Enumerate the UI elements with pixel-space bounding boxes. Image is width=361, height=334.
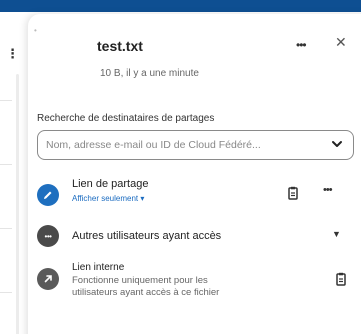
background-scrollbar[interactable] (16, 74, 19, 334)
external-link-icon (44, 275, 52, 283)
chevron-down-icon[interactable] (330, 137, 344, 151)
background-divider (0, 164, 12, 165)
background-app: ⋮ (0, 12, 28, 334)
dots-icon: ••• (44, 231, 52, 241)
internal-link-title: Lien interne (72, 262, 125, 273)
share-permission-dropdown[interactable]: Afficher seulement ▾ (72, 194, 144, 203)
file-subtitle: 10 B, il y a une minute (100, 68, 199, 79)
share-link-avatar (37, 184, 59, 206)
share-link-title: Lien de partage (72, 178, 149, 190)
search-input[interactable] (46, 131, 316, 158)
close-icon[interactable]: ✕ (335, 34, 347, 51)
file-title: test.txt (97, 38, 143, 54)
more-horizontal-icon[interactable]: ••• (323, 184, 333, 196)
background-divider (0, 100, 12, 101)
background-divider (0, 292, 12, 293)
other-users-row[interactable]: ••• Autres utilisateurs ayant accès ▼ (37, 224, 357, 252)
share-link-row: Lien de partage Afficher seulement ▾ ••• (37, 178, 357, 214)
search-label: Recherche de destinataires de partages (37, 113, 215, 124)
search-box[interactable] (37, 130, 354, 160)
other-users-title: Autres utilisateurs ayant accès (72, 230, 222, 242)
internal-link-avatar (37, 268, 59, 290)
clipboard-icon[interactable] (287, 186, 299, 200)
screen: ⋮ • test.txt 10 B, il y a une minute •••… (0, 0, 361, 334)
internal-link-desc-1: Fonctionne uniquement pour les (72, 275, 208, 286)
pencil-icon (44, 191, 52, 199)
panel-marker: • (34, 26, 37, 35)
sharing-sidebar: • test.txt 10 B, il y a une minute ••• ✕… (28, 14, 361, 334)
internal-link-row: Lien interne Fonctionne uniquement pour … (37, 262, 357, 308)
other-users-avatar: ••• (37, 225, 59, 247)
internal-link-desc-2: utilisateurs ayant accès à ce fichier (72, 287, 220, 298)
clipboard-icon[interactable] (335, 272, 347, 286)
more-horizontal-icon[interactable]: ••• (296, 38, 307, 52)
top-header-band (0, 0, 361, 12)
caret-down-icon[interactable]: ▼ (332, 229, 341, 239)
vertical-dots-icon[interactable]: ⋮ (6, 46, 19, 62)
background-divider (0, 228, 12, 229)
